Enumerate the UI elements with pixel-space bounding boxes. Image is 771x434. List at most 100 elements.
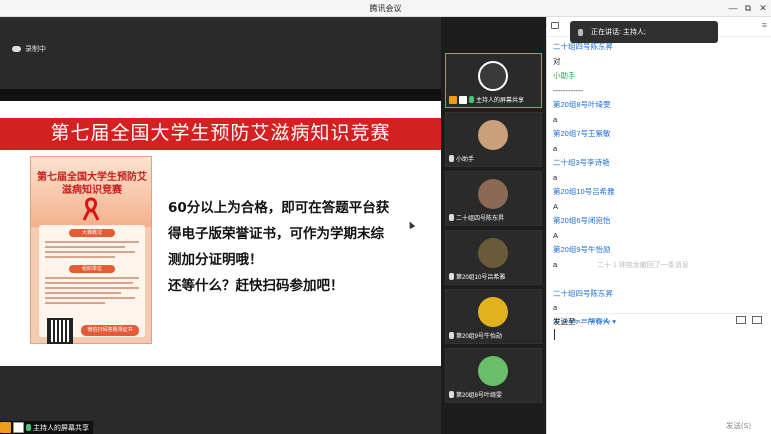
title-bar: 腾讯会议 — ⧉ ✕ bbox=[0, 0, 771, 17]
participant-name: 第20组9号牛怡勋 bbox=[456, 334, 503, 340]
close-button[interactable]: ✕ bbox=[757, 2, 769, 14]
participant-tile[interactable]: 第20组9号牛怡勋 bbox=[445, 289, 542, 344]
chat-message-sender: 小助手 bbox=[553, 71, 576, 80]
avatar bbox=[478, 179, 508, 209]
participant-label: 第20组10号吕希雅 bbox=[449, 272, 505, 281]
recording-indicator[interactable]: 录制中 bbox=[12, 44, 46, 54]
emoji-icon[interactable] bbox=[736, 316, 746, 324]
poster-title: 第七届全国大学生预防艾滋病知识竞赛 bbox=[37, 172, 147, 196]
mic-icon bbox=[449, 332, 454, 339]
poster-section-pill: 组织单位 bbox=[69, 265, 115, 273]
chat-message-sender: 第20组9号牛怡勋 bbox=[553, 245, 611, 254]
mic-icon bbox=[449, 273, 454, 280]
participant-label: 二十组四号陈东昇 bbox=[449, 213, 504, 222]
participant-label: 小助手 bbox=[449, 154, 474, 163]
poster-text-line bbox=[45, 302, 105, 304]
speaker-label: 正在讲话: 主持人; bbox=[591, 29, 646, 36]
cloud-icon bbox=[12, 46, 21, 52]
chat-message-text: A bbox=[553, 230, 559, 240]
mic-icon bbox=[469, 96, 474, 103]
avatar bbox=[478, 356, 508, 386]
participant-tile[interactable]: 主持人的屏幕共享 bbox=[445, 53, 542, 108]
participant-tile[interactable]: 第20组8号叶绮雯 bbox=[445, 348, 542, 403]
qr-code-icon bbox=[47, 318, 73, 344]
poster-text-line bbox=[45, 277, 139, 279]
participant-name: 主持人的屏幕共享 bbox=[476, 98, 525, 104]
restore-button[interactable]: ⧉ bbox=[742, 2, 754, 14]
host-icon bbox=[449, 95, 457, 104]
chat-messages: 二十组四号陈东昇对小助手 ------------ 第20组8号叶绮雯 a 第20组7号… bbox=[553, 40, 765, 323]
message-input[interactable] bbox=[554, 329, 555, 340]
host-icon bbox=[0, 422, 11, 433]
slide-text-line: 得电子版荣誉证书，可作为学期末综 bbox=[168, 226, 384, 242]
send-to-dropdown[interactable]: 所有人 ▾ bbox=[588, 317, 616, 326]
slide-banner: 第七届全国大学生预防艾滋病知识竞赛 bbox=[0, 118, 441, 150]
participant-label: 第20组9号牛怡勋 bbox=[449, 331, 502, 340]
chat-message-text: a bbox=[553, 143, 558, 153]
mic-icon bbox=[449, 391, 454, 398]
chat-panel: ≡ 正在讲话: 主持人; 二十组四号陈东昇对小助手 ------------ 第20… bbox=[546, 17, 771, 434]
chat-message-text: 对 bbox=[553, 56, 561, 66]
screen-icon bbox=[459, 95, 467, 104]
minimize-button[interactable]: — bbox=[727, 2, 739, 14]
participant-name: 第20组10号吕希雅 bbox=[456, 275, 506, 281]
mic-icon bbox=[449, 214, 454, 221]
participant-label: 主持人的屏幕共享 bbox=[449, 95, 524, 104]
poster-text-line bbox=[45, 246, 125, 248]
recording-label: 录制中 bbox=[25, 46, 46, 53]
poster-section-pill: 大赛概况 bbox=[69, 229, 115, 237]
window-title: 腾讯会议 bbox=[369, 4, 402, 13]
share-label: 主持人的屏幕共享 bbox=[33, 424, 89, 432]
poster-scan-button: 微信扫码答题领证书 bbox=[81, 325, 139, 336]
avatar bbox=[478, 120, 508, 150]
participant-gallery: 主持人的屏幕共享 小助手 二十组四号陈东昇 第20组10号吕希雅 第20组9号牛… bbox=[441, 17, 546, 434]
slide-text-line: 60分以上为合格，即可在答题平台获 bbox=[168, 200, 390, 216]
mic-icon bbox=[449, 155, 454, 162]
chat-message-sender: 第20组6号闭宛怡 bbox=[553, 216, 611, 225]
slide-text-line: 测加分证明哦！ bbox=[168, 252, 263, 268]
contest-poster: 第七届全国大学生预防艾滋病知识竞赛 大赛概况 组织单位 微信扫码答题领证书 bbox=[30, 156, 152, 344]
poster-text-line bbox=[45, 282, 133, 284]
send-to-label: 发送至: bbox=[553, 317, 578, 326]
avatar bbox=[478, 297, 508, 327]
participant-tile[interactable]: 第20组10号吕希雅 bbox=[445, 230, 542, 285]
chat-message-sender: 二十组四号陈东昇 bbox=[553, 42, 613, 51]
menu-icon[interactable]: ≡ bbox=[762, 20, 767, 30]
participant-name: 第20组8号叶绮雯 bbox=[456, 393, 503, 399]
chat-message-sender: 第20组7号王紫敏 bbox=[553, 129, 611, 138]
slide-body-text: 60分以上为合格，即可在答题平台获 得电子版荣誉证书，可作为学期末综 测加分证明… bbox=[168, 195, 428, 299]
chat-message-sender: 第20组10号吕希雅 bbox=[553, 187, 615, 196]
chat-message-text: a bbox=[553, 172, 558, 182]
send-target-row: 发送至: 所有人 ▾ bbox=[553, 313, 768, 329]
poster-text-line bbox=[45, 297, 135, 299]
chat-message-sender bbox=[553, 272, 765, 287]
participant-name: 二十组四号陈东昇 bbox=[456, 216, 505, 222]
participant-label: 第20组8号叶绮雯 bbox=[449, 390, 502, 399]
file-icon[interactable] bbox=[752, 316, 762, 324]
shared-screen: 录制中 第七届全国大学生预防艾滋病知识竞赛 第七届全国大学生预防艾滋病知识竞赛 … bbox=[0, 17, 441, 434]
slide-top-bar bbox=[0, 89, 441, 101]
participant-tile[interactable]: 二十组四号陈东昇 bbox=[445, 171, 542, 226]
poster-text-line bbox=[45, 256, 115, 258]
presentation-slide: 第七届全国大学生预防艾滋病知识竞赛 第七届全国大学生预防艾滋病知识竞赛 大赛概况… bbox=[0, 101, 441, 366]
screen-icon bbox=[13, 422, 24, 433]
red-ribbon-icon bbox=[82, 197, 100, 221]
participant-tile[interactable]: 小助手 bbox=[445, 112, 542, 167]
chat-message-text: A bbox=[553, 201, 559, 211]
chat-message-sender: 第20组8号叶绮雯 bbox=[553, 100, 611, 109]
chat-message-sender: 二十组四号陈东昇 bbox=[553, 288, 613, 298]
chat-icon bbox=[551, 22, 559, 29]
chat-message-sender: 二十组3号李诗艳 bbox=[553, 158, 610, 167]
send-button[interactable]: 发送(S) bbox=[726, 420, 751, 431]
recall-notice: 二十 1 钟宛龙撤回了一条消息 bbox=[597, 262, 689, 269]
poster-text-line bbox=[45, 292, 121, 294]
screen-share-bar[interactable]: 主持人的屏幕共享 bbox=[0, 421, 93, 434]
chat-message-text: ------------ bbox=[553, 85, 583, 95]
chat-message-text: a bbox=[553, 114, 558, 124]
speaker-avatar-icon bbox=[578, 28, 583, 36]
avatar bbox=[478, 238, 508, 268]
poster-text-line bbox=[45, 287, 139, 289]
poster-text-line bbox=[45, 251, 135, 253]
poster-text-line bbox=[45, 241, 139, 243]
poster-body: 大赛概况 组织单位 微信扫码答题领证书 bbox=[39, 225, 145, 344]
